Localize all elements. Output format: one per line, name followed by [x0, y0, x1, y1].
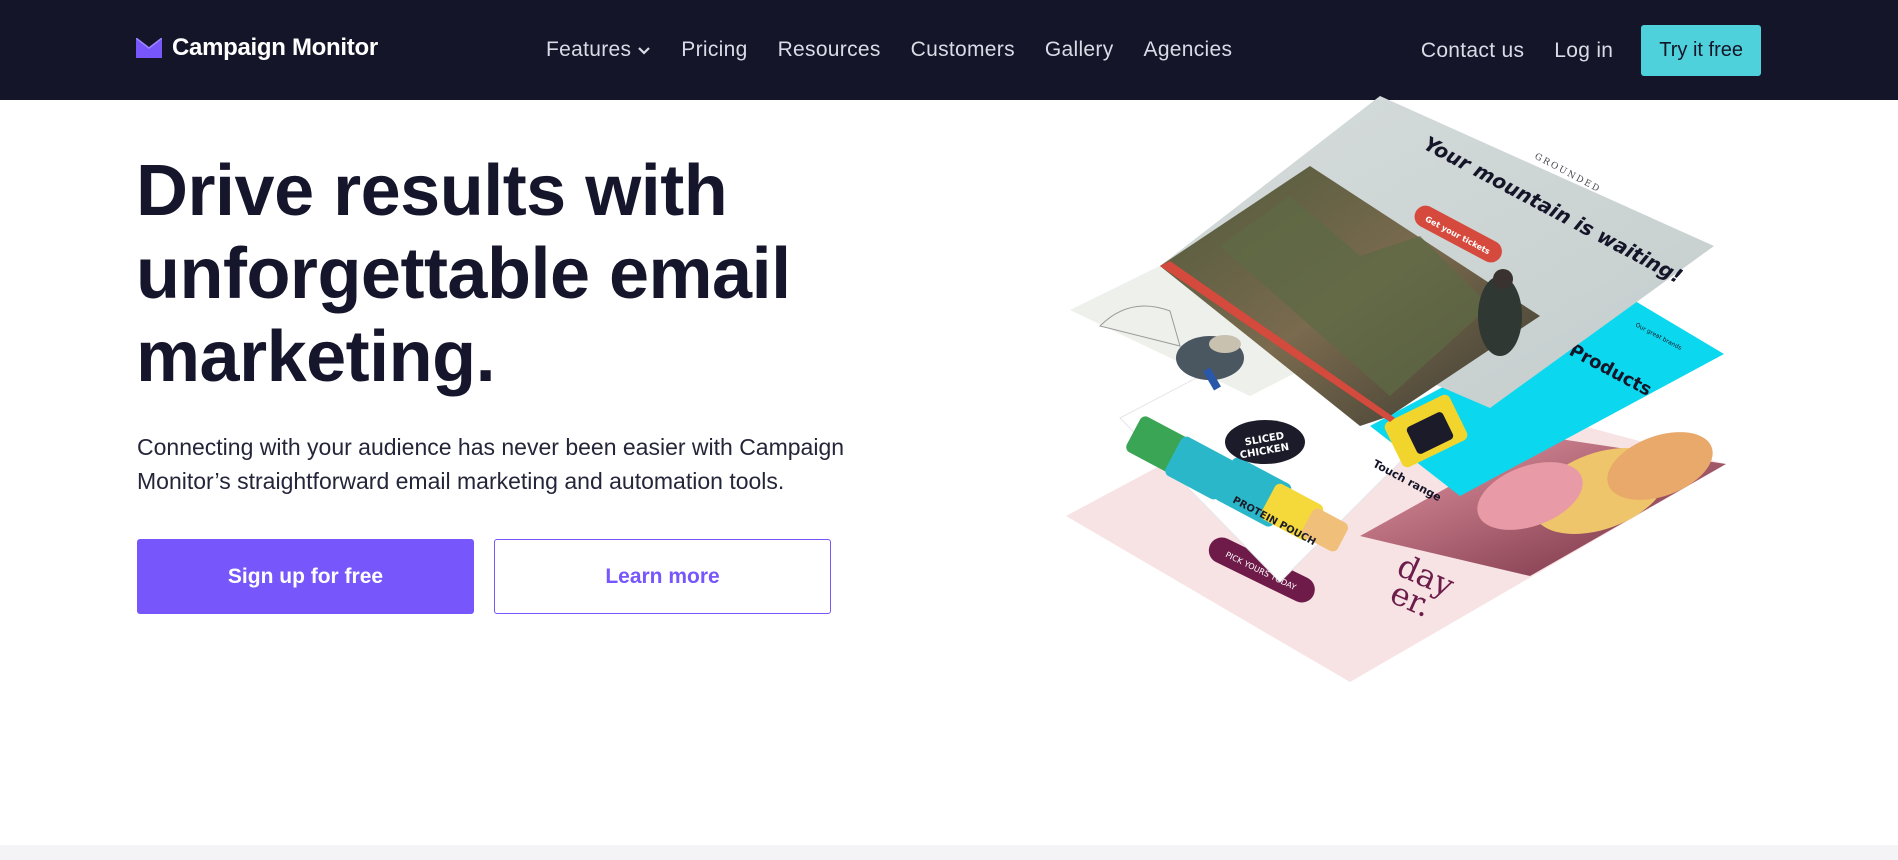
nav-features-label: Features	[546, 38, 632, 61]
chevron-down-icon	[638, 47, 651, 55]
contact-us-link[interactable]: Contact us	[1421, 39, 1524, 63]
learn-more-button[interactable]: Learn more	[494, 539, 831, 614]
sign-up-button[interactable]: Sign up for free	[137, 539, 474, 614]
section-divider-band	[0, 845, 1898, 860]
nav-resources[interactable]: Resources	[778, 38, 881, 62]
hero-subtitle: Connecting with your audience has never …	[137, 434, 845, 494]
logo[interactable]: Campaign Monitor	[136, 34, 378, 62]
hero-title: Drive results with unforgettable email m…	[136, 151, 791, 397]
nav-actions: Contact us Log in Try it free	[1421, 25, 1761, 76]
login-link[interactable]: Log in	[1554, 39, 1613, 63]
nav-features[interactable]: Features	[546, 38, 651, 62]
nav-customers[interactable]: Customers	[911, 38, 1015, 62]
try-it-free-button[interactable]: Try it free	[1641, 25, 1761, 76]
nav-gallery[interactable]: Gallery	[1045, 38, 1114, 62]
main-nav: Features Pricing Resources Customers Gal…	[546, 38, 1262, 62]
logo-text: Campaign Monitor	[172, 34, 378, 61]
email-templates-illustration: day er. PICK YOURS TODAY SLICED CHICKEN …	[1066, 96, 1726, 682]
logo-envelope-icon	[136, 38, 162, 58]
nav-pricing[interactable]: Pricing	[681, 38, 747, 62]
top-nav: Campaign Monitor Features Pricing Resour…	[0, 0, 1898, 100]
nav-agencies[interactable]: Agencies	[1144, 38, 1233, 62]
